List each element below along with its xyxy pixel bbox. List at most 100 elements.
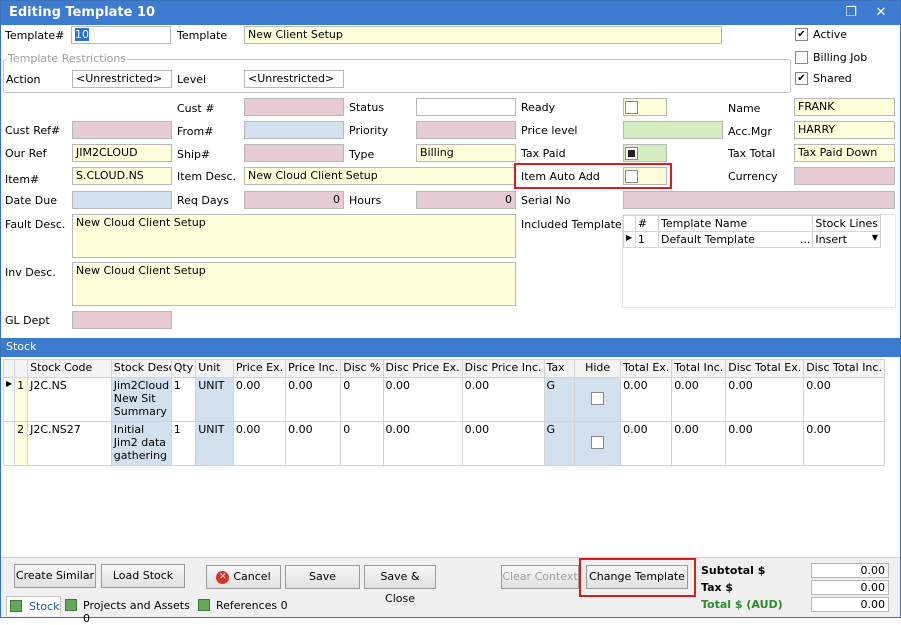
serial-no-label: Serial No [521, 194, 571, 207]
tax-paid-checkbox[interactable] [625, 147, 638, 160]
status-field[interactable] [416, 98, 516, 116]
row-num: 1 [14, 377, 29, 422]
col-unit[interactable]: Unit [195, 359, 234, 378]
tab-projects-assets[interactable]: Projects and Assets 0 [63, 596, 193, 625]
disc-price-inc-cell[interactable]: 0.00 [461, 421, 545, 466]
gl-dept-field[interactable] [72, 311, 172, 329]
disc-price-inc-cell[interactable]: 0.00 [461, 377, 545, 422]
col-template-name[interactable]: Template Name [658, 215, 814, 232]
stock-code-cell[interactable]: J2C.NS [27, 377, 112, 422]
price-ex-cell[interactable]: 0.00 [232, 377, 287, 422]
ellipsis-button[interactable]: ... [800, 233, 811, 246]
load-stock-button[interactable]: Load Stock [101, 564, 185, 588]
create-similar-button[interactable]: Create Similar [14, 564, 96, 588]
our-ref-field[interactable]: JIM2CLOUD [72, 144, 172, 162]
stock-desc-cell[interactable]: Initial Jim2 data gathering [110, 421, 172, 466]
serial-no-field[interactable] [623, 191, 895, 209]
disc-cell[interactable]: 0 [340, 377, 384, 422]
stock-code-cell[interactable]: J2C.NS27 [27, 421, 112, 466]
acc-mgr-field[interactable]: HARRY [794, 121, 895, 139]
currency-field[interactable] [794, 167, 895, 185]
item-field[interactable]: S.CLOUD.NS [72, 167, 172, 185]
col-total-ex[interactable]: Total Ex. [620, 359, 673, 378]
tab-stock[interactable]: Stock [6, 596, 61, 616]
close-icon[interactable]: ✕ [871, 3, 891, 23]
col-qty[interactable]: Qty [170, 359, 197, 378]
name-field[interactable]: FRANK [794, 98, 895, 116]
price-inc-cell[interactable]: 0.00 [285, 377, 342, 422]
billing-job-checkbox[interactable] [795, 51, 808, 64]
price-ex-cell[interactable]: 0.00 [232, 421, 287, 466]
total-ex-cell: 0.00 [620, 421, 673, 466]
fault-desc-field[interactable]: New Cloud Client Setup [72, 214, 516, 258]
col-disc[interactable]: Disc % [340, 359, 384, 378]
save-button[interactable]: Save [285, 565, 360, 589]
stock-row[interactable]: 2 J2C.NS27 Initial Jim2 data gathering 1… [2, 421, 885, 466]
cust-num-field[interactable] [244, 98, 344, 116]
hide-checkbox[interactable] [591, 391, 605, 405]
cancel-button[interactable]: ✕ Cancel [206, 565, 281, 589]
item-desc-field[interactable]: New Cloud Client Setup [244, 167, 516, 185]
unit-cell[interactable]: UNIT [195, 421, 234, 466]
col-disc-price-inc[interactable]: Disc Price Inc. [461, 359, 545, 378]
date-due-field[interactable] [72, 191, 172, 209]
hide-cell [574, 421, 622, 466]
fault-desc-label: Fault Desc. [5, 218, 66, 231]
col-stock-lines[interactable]: Stock Lines [812, 215, 881, 232]
col-price-ex[interactable]: Price Ex. [232, 359, 287, 378]
col-tax[interactable]: Tax [543, 359, 576, 378]
total-value: 0.00 [811, 597, 889, 612]
disc-price-ex-cell[interactable]: 0.00 [382, 377, 463, 422]
dropdown-arrow-icon[interactable]: ▼ [872, 233, 878, 242]
qty-cell[interactable]: 1 [170, 421, 197, 466]
ship-field[interactable] [244, 144, 344, 162]
col-price-inc[interactable]: Price Inc. [285, 359, 342, 378]
row-template-name[interactable]: Default Template... [658, 231, 814, 248]
date-due-label: Date Due [5, 194, 57, 207]
qty-cell[interactable]: 1 [170, 377, 197, 422]
stock-desc-cell[interactable]: Jim2Cloud New Sit Summary [110, 377, 172, 422]
price-inc-cell[interactable]: 0.00 [285, 421, 342, 466]
tax-cell[interactable]: G [543, 421, 576, 466]
active-checkbox[interactable]: ✔ [795, 28, 808, 41]
tax-total-field[interactable]: Tax Paid Down [794, 144, 895, 162]
template-name-value: Default Template [661, 233, 755, 246]
req-days-field[interactable]: 0 [244, 191, 344, 209]
col-stock-description[interactable]: Stock Description [110, 359, 172, 378]
col-num[interactable]: # [634, 215, 660, 232]
clear-context-button[interactable]: Clear Context [501, 565, 579, 589]
price-level-field[interactable] [623, 121, 723, 139]
shared-checkbox[interactable]: ✔ [795, 72, 808, 85]
col-hide[interactable]: Hide [574, 359, 622, 378]
disc-total-ex-cell: 0.00 [725, 421, 805, 466]
included-template-row[interactable]: ▶ 1 Default Template... Insert ▼ [623, 231, 881, 248]
type-field[interactable]: Billing [416, 144, 516, 162]
template-num-field[interactable]: 10 [71, 26, 171, 44]
name-label: Name [728, 102, 761, 115]
col-stock-code[interactable]: Stock Code [27, 359, 112, 378]
level-field[interactable]: <Unrestricted> [244, 70, 344, 88]
save-close-button[interactable]: Save & Close [364, 565, 436, 605]
action-field[interactable]: <Unrestricted> [72, 70, 172, 88]
col-disc-price-ex[interactable]: Disc Price Ex. [382, 359, 463, 378]
disc-cell[interactable]: 0 [340, 421, 384, 466]
cust-ref-field[interactable] [72, 121, 172, 139]
disc-price-ex-cell[interactable]: 0.00 [382, 421, 463, 466]
hide-checkbox[interactable] [591, 435, 605, 449]
hours-field[interactable]: 0 [416, 191, 516, 209]
priority-field[interactable] [416, 121, 516, 139]
currency-label: Currency [728, 170, 778, 183]
stock-row[interactable]: ▶ 1 J2C.NS Jim2Cloud New Sit Summary 1 U… [2, 377, 885, 422]
restore-icon[interactable]: ❐ [841, 3, 861, 23]
row-stock-lines[interactable]: Insert ▼ [812, 231, 881, 248]
col-total-inc[interactable]: Total Inc. [671, 359, 727, 378]
unit-cell[interactable]: UNIT [195, 377, 234, 422]
inv-desc-field[interactable]: New Cloud Client Setup [72, 262, 516, 306]
col-disc-total-inc[interactable]: Disc Total Inc. [803, 359, 885, 378]
ready-checkbox[interactable] [625, 101, 638, 114]
tab-references[interactable]: References 0 [196, 596, 291, 616]
col-disc-total-ex[interactable]: Disc Total Ex. [725, 359, 805, 378]
template-field[interactable]: New Client Setup [244, 26, 722, 44]
tax-cell[interactable]: G [543, 377, 576, 422]
from-field[interactable] [244, 121, 344, 139]
